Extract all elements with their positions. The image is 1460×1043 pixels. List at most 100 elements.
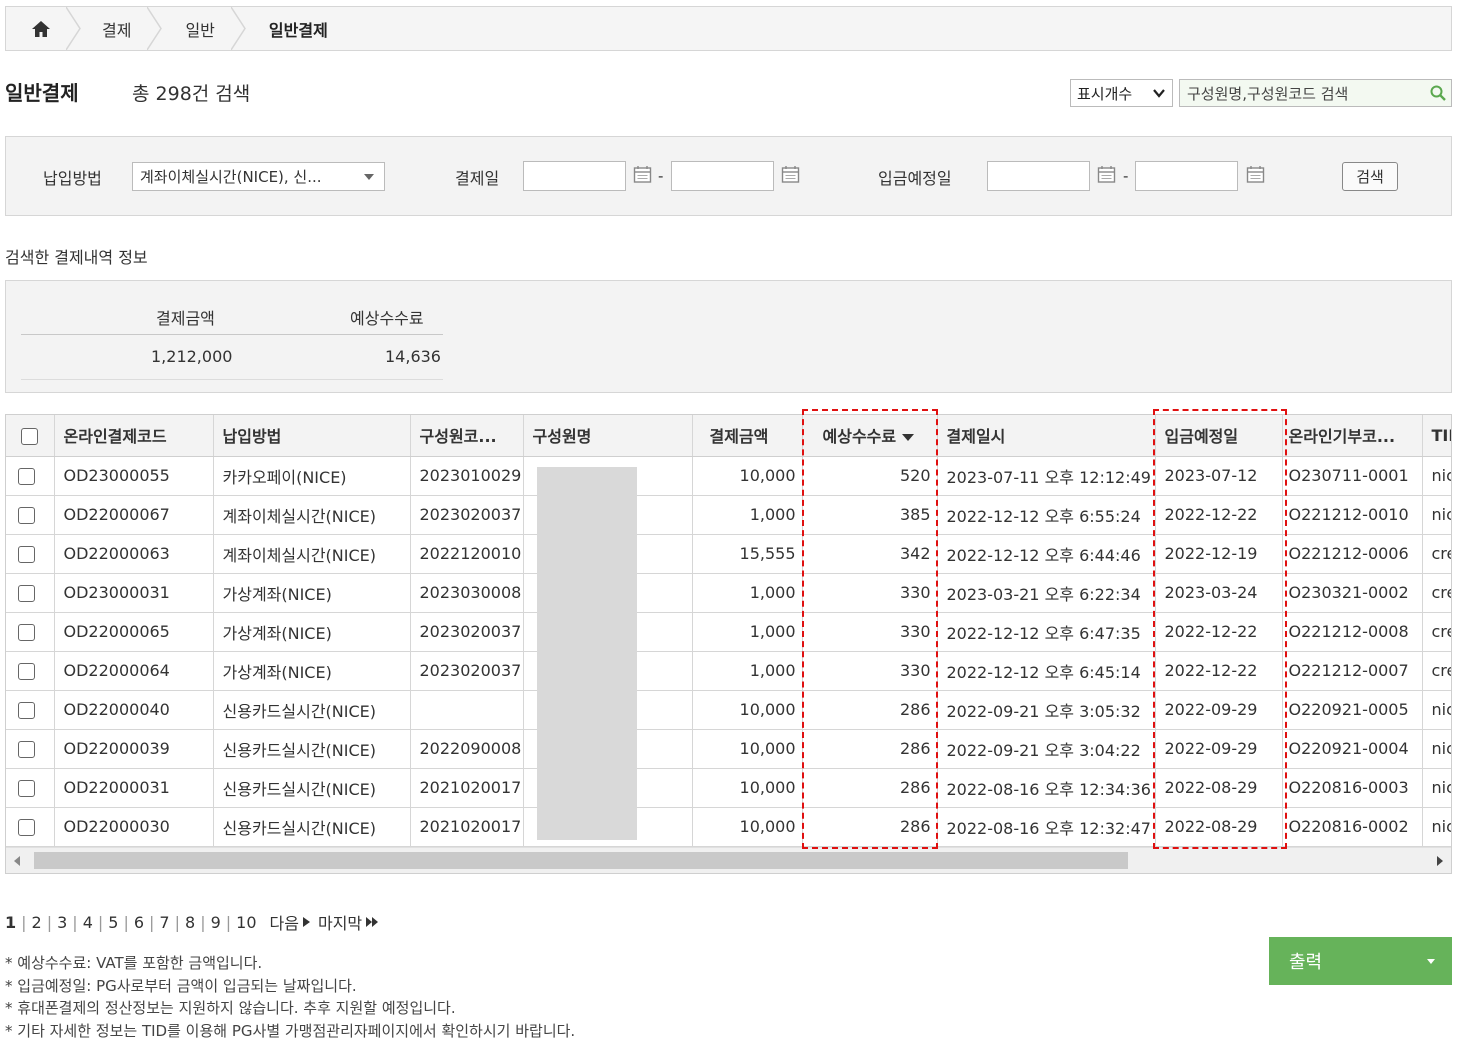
row-checkbox[interactable] (18, 507, 36, 524)
search-icon[interactable] (1429, 84, 1447, 102)
row-select-cell (6, 456, 55, 496)
tid-cell: nic (1422, 690, 1451, 730)
amount-cell: 10,000 (692, 456, 803, 496)
breadcrumb-label: 일반결제 (268, 20, 328, 40)
breadcrumb-item-general[interactable]: 일반 (159, 7, 246, 50)
row-checkbox[interactable] (18, 663, 36, 680)
member-code-cell: 2023020037 (410, 495, 524, 535)
member-code-cell: 2023020037 (410, 612, 524, 652)
page-title: 일반결제 (5, 81, 79, 105)
row-checkbox[interactable] (18, 468, 36, 485)
member-code-cell: 2022120010 (410, 534, 524, 574)
payment-method-label: 납입방법 (43, 169, 102, 188)
row-checkbox[interactable] (18, 702, 36, 719)
display-count-select[interactable]: 표시개수 (1070, 79, 1173, 107)
payment-date-end-input[interactable] (671, 161, 774, 191)
scroll-left-icon[interactable] (14, 856, 20, 866)
member-code-cell: 2021020017 (410, 768, 524, 808)
row-select-cell (6, 768, 55, 808)
member-code-cell: 2021020017 (410, 807, 524, 847)
row-checkbox[interactable] (18, 780, 36, 797)
payment-method-cell: 계좌이체실시간(NICE) (213, 495, 411, 535)
page-link[interactable]: 8 (180, 913, 200, 932)
date-separator: - (658, 167, 664, 185)
amount-cell: 1,000 (692, 612, 803, 652)
page-link[interactable]: 2 (27, 913, 47, 932)
highlight-fee-column (802, 409, 938, 849)
row-checkbox[interactable] (18, 585, 36, 602)
summary-value-row: 1,212,000 14,636 (21, 335, 443, 380)
paid-at-cell: 2022-12-12 오후 6:45:14 (937, 651, 1156, 691)
amount-cell: 1,000 (692, 651, 803, 691)
print-button[interactable]: 출력 (1269, 937, 1452, 985)
search-input[interactable]: 구성원명,구성원코드 검색 (1179, 79, 1452, 107)
page-link[interactable]: 4 (78, 913, 98, 932)
row-select-cell (6, 690, 55, 730)
select-all-checkbox[interactable] (21, 427, 39, 445)
payment-code-cell: OD22000040 (54, 690, 214, 730)
summary-heading: 검색한 결제내역 정보 (5, 248, 148, 267)
page-link-current[interactable]: 1 (5, 913, 21, 932)
page-link[interactable]: 10 (231, 913, 261, 932)
summary-amount-label: 결제금액 (156, 309, 215, 328)
amount-cell: 1,000 (692, 573, 803, 613)
calendar-icon[interactable] (633, 165, 652, 184)
page-link[interactable]: 7 (154, 913, 174, 932)
row-checkbox[interactable] (18, 741, 36, 758)
page-link[interactable]: 5 (103, 913, 123, 932)
search-button[interactable]: 검색 (1342, 162, 1398, 191)
page-link[interactable]: 9 (206, 913, 226, 932)
row-checkbox[interactable] (18, 624, 36, 641)
scrollbar-thumb[interactable] (34, 852, 1128, 869)
notes: * 예상수수료: VAT를 포함한 금액입니다. * 입금예정일: PG사로부터… (5, 952, 575, 1042)
note-line: * 기타 자세한 정보는 TID를 이용해 PG사별 가맹점관리자페이지에서 확… (5, 1021, 576, 1040)
calendar-icon[interactable] (1097, 165, 1116, 184)
deposit-date-end-input[interactable] (1135, 161, 1238, 191)
payment-method-select[interactable]: 계좌이체실시간(NICE), 신... (132, 162, 385, 191)
deposit-date-start-input[interactable] (987, 161, 1090, 191)
row-checkbox[interactable] (18, 546, 36, 563)
caret-down-icon (1427, 959, 1435, 964)
last-page-link[interactable]: 마지막 (318, 910, 379, 934)
column-header[interactable]: TID (1422, 415, 1451, 457)
summary-table: 결제금액 예상수수료 1,212,000 14,636 (21, 293, 443, 380)
scroll-right-icon[interactable] (1437, 856, 1443, 866)
column-header[interactable]: 온라인결제코드 (54, 415, 214, 457)
payment-code-cell: OD22000067 (54, 495, 214, 535)
search-placeholder: 구성원명,구성원코드 검색 (1187, 84, 1349, 103)
payment-date-start-input[interactable] (523, 161, 626, 191)
tid-cell: nic (1422, 495, 1451, 535)
paid-at-cell: 2022-12-12 오후 6:44:46 (937, 534, 1156, 574)
paid-at-cell: 2022-09-21 오후 3:05:32 (937, 690, 1156, 730)
donation-code-cell: O221212-0008 (1282, 612, 1423, 652)
column-header[interactable]: 구성원코... (410, 415, 524, 457)
member-code-cell: 2022090008 (410, 729, 524, 769)
column-header[interactable]: 결제일시 (937, 415, 1156, 457)
payment-method-cell: 신용카드실시간(NICE) (213, 807, 411, 847)
note-line: * 휴대폰결제의 정산정보는 지원하지 않습니다. 추후 지원할 예정입니다. (5, 999, 456, 1017)
member-code-cell (410, 690, 524, 730)
tid-cell: cre (1422, 612, 1451, 652)
horizontal-scrollbar[interactable] (6, 847, 1451, 873)
paid-at-cell: 2022-08-16 오후 12:34:36 (937, 768, 1156, 808)
column-header[interactable]: 온라인기부코... (1282, 415, 1423, 457)
calendar-icon[interactable] (1246, 165, 1265, 184)
donation-code-cell: O220816-0002 (1282, 807, 1423, 847)
column-header[interactable]: 구성원명 (523, 415, 693, 457)
payment-method-cell: 신용카드실시간(NICE) (213, 768, 411, 808)
page-link[interactable]: 6 (129, 913, 149, 932)
breadcrumb-item-payment[interactable]: 결제 (76, 7, 163, 50)
last-page-label: 마지막 (317, 914, 363, 933)
page-link[interactable]: 3 (52, 913, 72, 932)
row-checkbox[interactable] (18, 819, 36, 836)
column-header[interactable]: 결제금액 (692, 415, 803, 457)
donation-code-cell: O230711-0001 (1282, 456, 1423, 496)
breadcrumb-home[interactable] (6, 7, 81, 50)
next-page-link[interactable]: 다음 (270, 910, 310, 934)
payment-code-cell: OD22000031 (54, 768, 214, 808)
column-header[interactable]: 납입방법 (213, 415, 411, 457)
calendar-icon[interactable] (781, 165, 800, 184)
pagination: 1 | 2 | 3 | 4 | 5 | 6 | 7 | 8 | 9 | 10 다음 마지막 (5, 910, 379, 934)
row-select-cell (6, 495, 55, 535)
print-button-label: 출력 (1289, 952, 1323, 973)
